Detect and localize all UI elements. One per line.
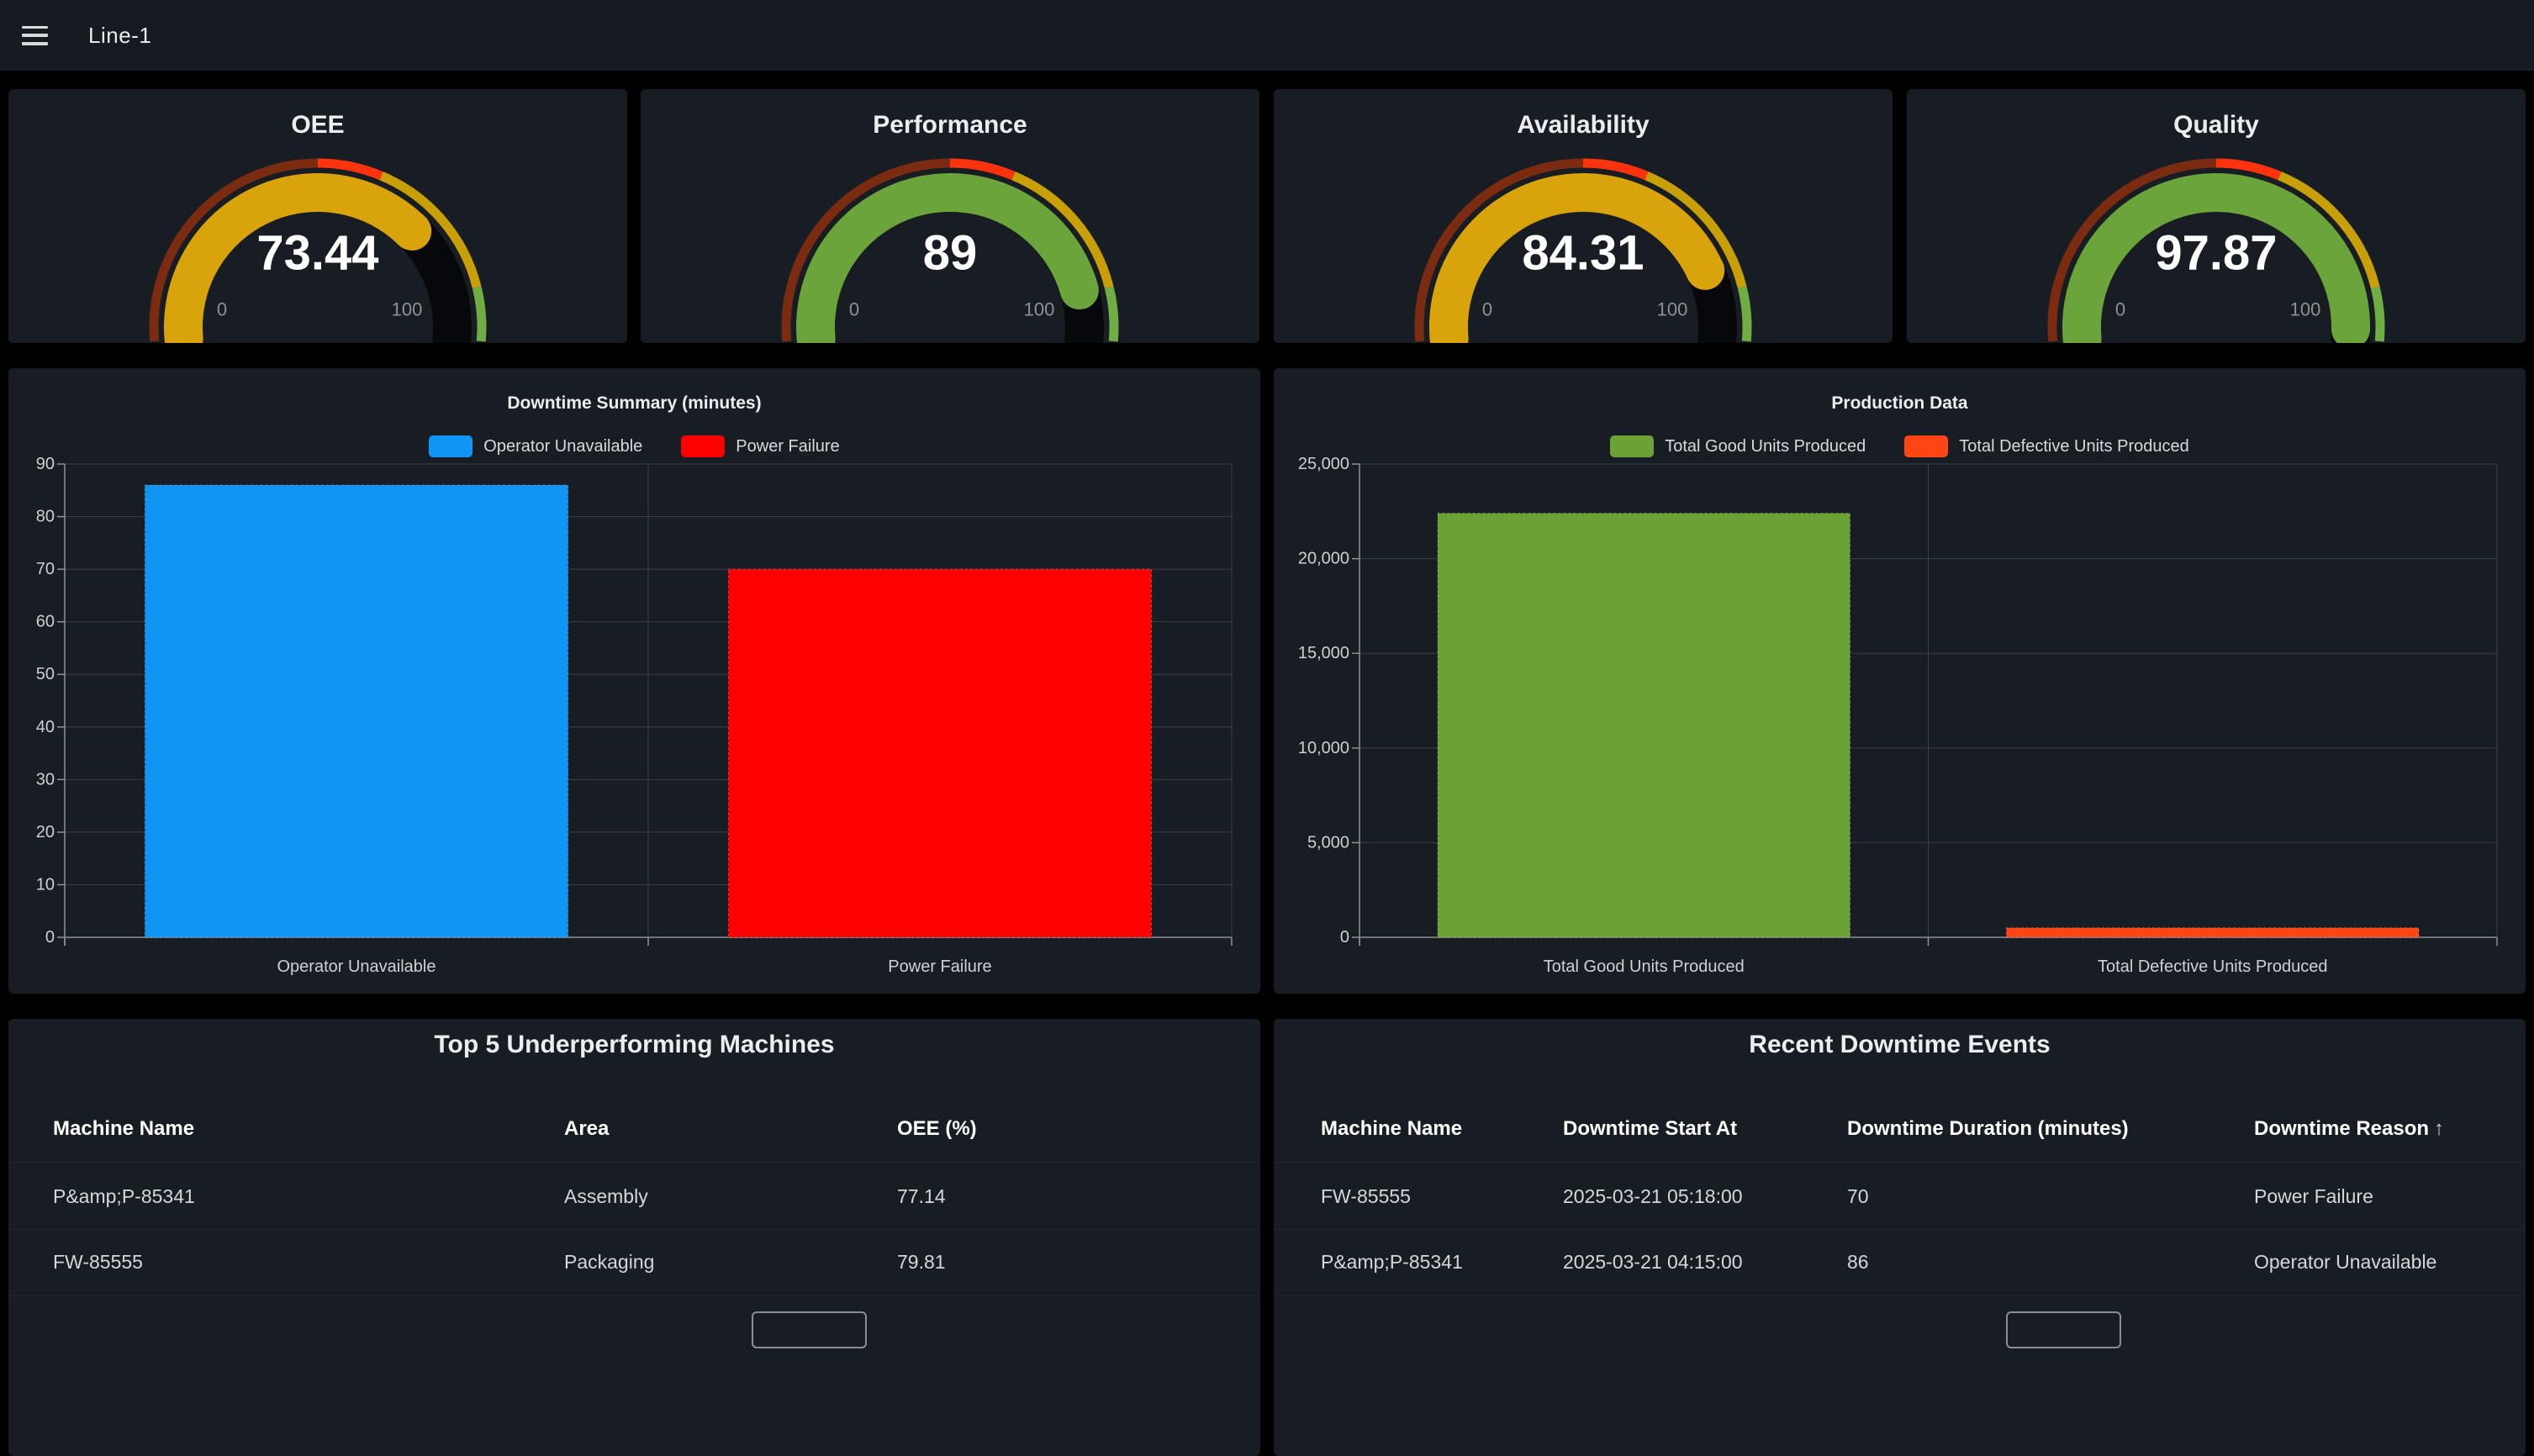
row-divider — [1274, 1162, 2526, 1163]
table-title: Top 5 Underperforming Machines — [8, 1031, 1260, 1059]
x-category-label: Total Defective Units Produced — [2098, 957, 2327, 976]
y-tick-label: 10,000 — [1298, 739, 1349, 757]
bar-total-defective-units-produced — [2007, 928, 2419, 937]
table-cell: Packaging — [564, 1251, 654, 1274]
gauge-max-label: 100 — [392, 299, 423, 320]
y-tick-label: 5,000 — [1307, 833, 1349, 852]
table-cell: 77.14 — [897, 1185, 946, 1208]
performance-gauge: 89 0 100 — [641, 89, 1259, 343]
menu-icon[interactable] — [22, 26, 48, 45]
gauge-min-label: 0 — [849, 299, 859, 320]
y-tick-label: 15,000 — [1298, 644, 1349, 662]
quality-gauge: 97.87 0 100 — [1907, 89, 2526, 343]
gauge-panel-oee: OEE 73.440100 — [8, 89, 627, 343]
y-tick-label: 80 — [36, 508, 55, 526]
y-tick-label: 20 — [36, 823, 55, 841]
row-divider — [8, 1229, 1260, 1230]
row-divider — [8, 1162, 1260, 1163]
availability-gauge: 84.31 0 100 — [1274, 89, 1893, 343]
y-tick-label: 25,000 — [1298, 455, 1349, 473]
x-category-label: Operator Unavailable — [277, 957, 436, 976]
gauge-max-label: 100 — [1657, 299, 1688, 320]
table-cell: 86 — [1847, 1251, 1869, 1274]
table-cell: Power Failure — [2254, 1185, 2373, 1208]
row-divider — [1274, 1295, 2526, 1296]
column-header-machine-name[interactable]: Machine Name — [53, 1117, 194, 1141]
gauge-min-label: 0 — [1482, 299, 1492, 320]
row-divider — [8, 1295, 1260, 1296]
y-tick-label: 0 — [45, 928, 55, 947]
pagination-button[interactable] — [2006, 1311, 2121, 1348]
column-header-downtime-reason[interactable]: Downtime Reason↑ — [2254, 1117, 2444, 1141]
table-cell: FW-85555 — [53, 1251, 143, 1274]
dashboard-title: Line-1 — [88, 23, 151, 49]
y-tick-label: 10 — [36, 875, 55, 894]
y-tick-label: 30 — [36, 770, 55, 789]
pagination-button[interactable] — [752, 1311, 867, 1348]
bar-power-failure — [728, 569, 1151, 937]
table-cell: P&amp;P-85341 — [1321, 1251, 1463, 1274]
y-tick-label: 20,000 — [1298, 550, 1349, 568]
bar-operator-unavailable — [145, 485, 568, 937]
table-cell: FW-85555 — [1321, 1185, 1411, 1208]
gauge-max-label: 100 — [1024, 299, 1055, 320]
threshold-ring-segment — [1109, 288, 1114, 341]
table-cell: 70 — [1847, 1185, 1869, 1208]
y-tick-label: 0 — [1340, 928, 1349, 947]
production-data-panel: Production Data Total Good Units Produce… — [1274, 368, 2526, 994]
column-header-area[interactable]: Area — [564, 1117, 609, 1141]
gauge-value: 89 — [923, 226, 978, 281]
column-header-downtime-start-at[interactable]: Downtime Start At — [1563, 1117, 1737, 1141]
production-data-chart: 0 5,000 10,000 15,000 20,000 25,000 Total Good… — [1274, 368, 2526, 994]
column-header-downtime-duration-minutes-[interactable]: Downtime Duration (minutes) — [1847, 1117, 2129, 1141]
column-header-machine-name[interactable]: Machine Name — [1321, 1117, 1462, 1141]
x-category-label: Power Failure — [888, 957, 991, 976]
y-tick-label: 90 — [36, 455, 55, 473]
y-tick-label: 60 — [36, 613, 55, 631]
bar-total-good-units-produced — [1438, 514, 1850, 937]
threshold-ring-segment — [1742, 288, 1747, 341]
downtime-summary-panel: Downtime Summary (minutes) Operator Unav… — [8, 368, 1260, 994]
table-cell: 79.81 — [897, 1251, 946, 1274]
gauge-max-label: 100 — [2290, 299, 2321, 320]
top-navigation-bar: Line-1 — [0, 0, 2534, 71]
threshold-ring-segment — [2375, 288, 2380, 341]
x-category-label: Total Good Units Produced — [1544, 957, 1745, 976]
column-header-oee-[interactable]: OEE (%) — [897, 1117, 977, 1141]
gauge-panel-performance: Performance 890100 — [641, 89, 1259, 343]
gauge-min-label: 0 — [2115, 299, 2125, 320]
gauge-panel-availability: Availability 84.310100 — [1274, 89, 1893, 343]
row-divider — [1274, 1229, 2526, 1230]
table-title: Recent Downtime Events — [1274, 1031, 2526, 1059]
y-tick-label: 50 — [36, 665, 55, 683]
gauge-min-label: 0 — [217, 299, 227, 320]
table-cell: Operator Unavailable — [2254, 1251, 2436, 1274]
recent-downtime-events-panel: Recent Downtime Events Machine Name Downt… — [1274, 1019, 2526, 1456]
gauge-panel-quality: Quality 97.870100 — [1907, 89, 2526, 343]
gauge-value: 84.31 — [1522, 226, 1644, 281]
table-cell: P&amp;P-85341 — [53, 1185, 195, 1208]
threshold-ring-segment — [477, 288, 482, 341]
underperforming-machines-panel: Top 5 Underperforming Machines Machine N… — [8, 1019, 1260, 1456]
table-cell: Assembly — [564, 1185, 648, 1208]
gauge-value: 97.87 — [2155, 226, 2277, 281]
downtime-summary-chart: 0 10 20 30 40 50 60 70 80 90 Operator Unavailable P… — [8, 368, 1260, 994]
y-tick-label: 70 — [36, 560, 55, 578]
oee-gauge: 73.44 0 100 — [8, 89, 627, 343]
y-tick-label: 40 — [36, 718, 55, 736]
sort-ascending-icon: ↑ — [2434, 1117, 2444, 1140]
table-cell: 2025-03-21 05:18:00 — [1563, 1185, 1743, 1208]
gauge-value: 73.44 — [256, 226, 378, 281]
table-cell: 2025-03-21 04:15:00 — [1563, 1251, 1743, 1274]
